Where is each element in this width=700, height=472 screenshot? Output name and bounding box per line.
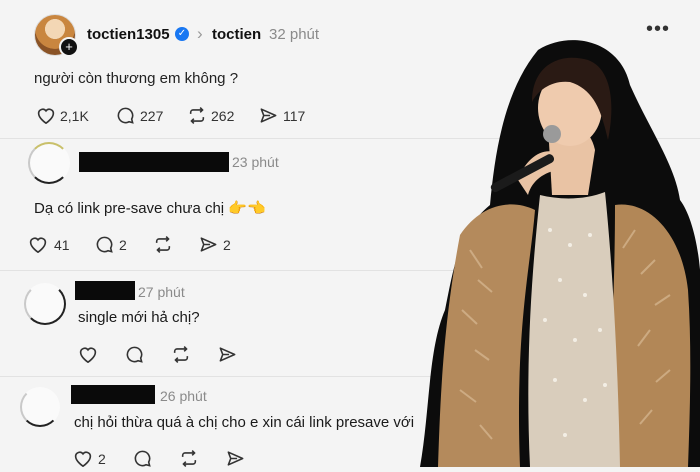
- share-count: 2: [223, 237, 231, 253]
- send-icon[interactable]: [259, 106, 278, 125]
- repost-icon[interactable]: [187, 106, 207, 125]
- redacted-username: [79, 152, 229, 172]
- redacted-username: [75, 281, 135, 300]
- repost-icon[interactable]: [179, 449, 199, 468]
- comment-icon[interactable]: [95, 235, 114, 254]
- heart-icon[interactable]: [73, 449, 93, 467]
- post-thread-name[interactable]: toctien: [212, 26, 261, 43]
- reply-avatar[interactable]: [20, 387, 60, 427]
- reply-time: 23 phút: [232, 154, 279, 170]
- comment-count: 2: [119, 237, 127, 253]
- send-icon[interactable]: [218, 345, 237, 364]
- heart-icon[interactable]: [78, 345, 98, 363]
- repost-count: 262: [211, 108, 235, 124]
- send-icon[interactable]: [199, 235, 218, 254]
- repost-icon[interactable]: [153, 235, 173, 254]
- reply-text: chị hỏi thừa quá à chị cho e xin cái lin…: [74, 414, 415, 431]
- follow-plus-icon[interactable]: +: [59, 37, 79, 57]
- reply-avatar[interactable]: [24, 283, 66, 325]
- heart-icon[interactable]: [28, 235, 48, 253]
- like-count: 2: [98, 451, 106, 467]
- send-icon[interactable]: [226, 449, 245, 468]
- heart-icon[interactable]: [36, 106, 56, 124]
- reply-time: 26 phút: [160, 388, 207, 404]
- like-count: 41: [54, 237, 70, 253]
- comment-count: 227: [140, 108, 164, 124]
- reply-text: Dạ có link pre-save chưa chị 👉👈: [34, 200, 266, 217]
- repost-icon[interactable]: [171, 345, 191, 364]
- post-text: người còn thương em không ?: [34, 70, 239, 87]
- reply-text: single mới hả chị?: [78, 309, 200, 326]
- chevron-right-icon: ›: [197, 24, 203, 43]
- post-time: 32 phút: [269, 26, 320, 43]
- share-count: 117: [283, 108, 306, 124]
- comment-icon[interactable]: [133, 449, 152, 468]
- singer-photo: [420, 30, 700, 467]
- like-count: 2,1K: [60, 108, 89, 124]
- post-username[interactable]: toctien1305: [87, 26, 170, 43]
- verified-icon: ✓: [175, 27, 189, 41]
- redacted-username: [71, 385, 155, 404]
- reply-time: 27 phút: [138, 284, 185, 300]
- reply-avatar[interactable]: [28, 142, 70, 184]
- comment-icon[interactable]: [116, 106, 135, 125]
- comment-icon[interactable]: [125, 345, 144, 364]
